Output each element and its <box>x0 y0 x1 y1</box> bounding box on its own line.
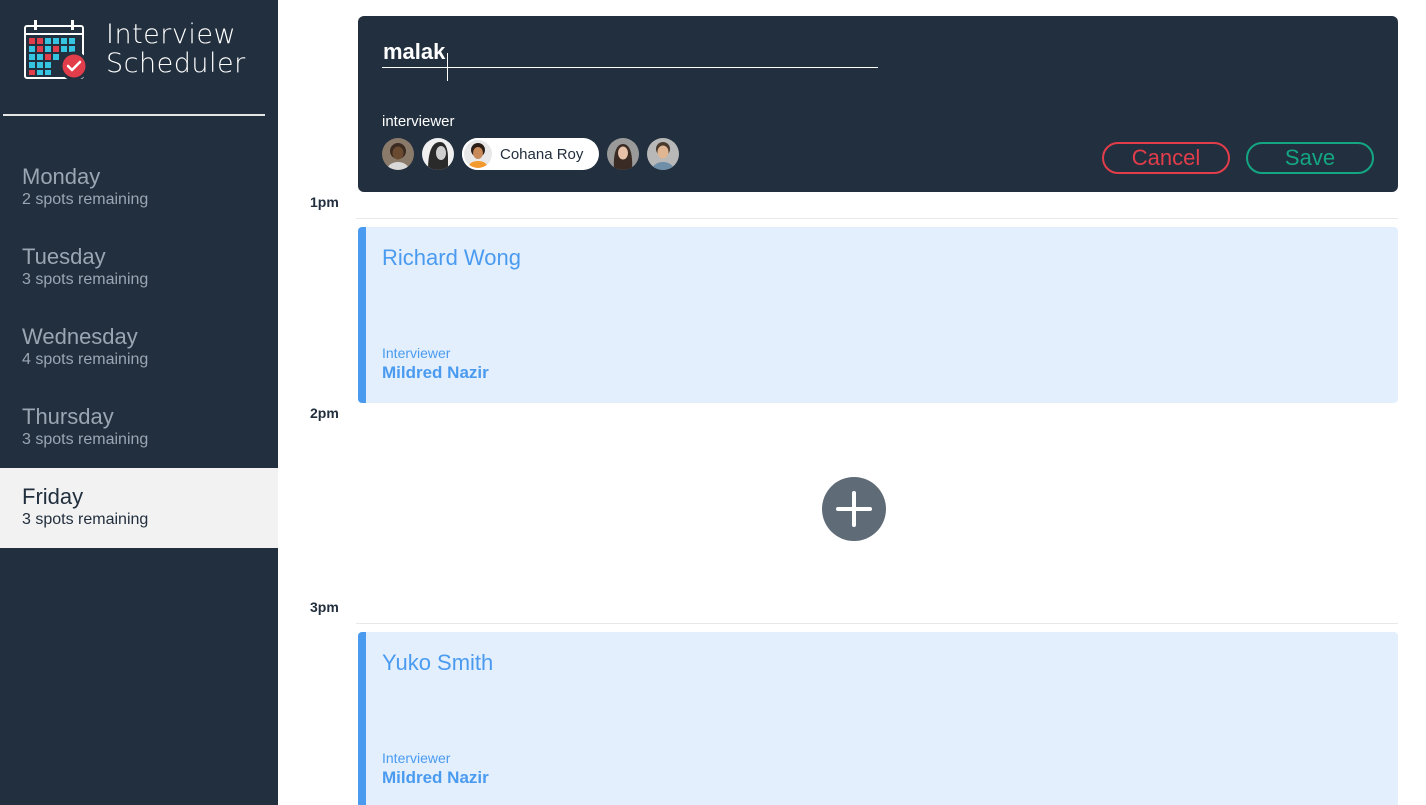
day-item-friday[interactable]: Friday 3 spots remaining <box>0 468 278 548</box>
appointment-student: Yuko Smith <box>382 650 494 675</box>
app-title-line2: Scheduler <box>106 48 246 79</box>
day-name: Thursday <box>22 404 114 429</box>
interviewer-list-label: interviewer <box>382 113 455 130</box>
app-title: Interview Scheduler <box>106 20 246 78</box>
day-spots: 4 spots remaining <box>22 351 149 368</box>
appointment-interviewer: Mildred Nazir <box>382 768 489 787</box>
day-name: Friday <box>22 484 84 509</box>
plus-icon <box>836 491 872 527</box>
add-appointment-button[interactable] <box>822 477 886 541</box>
day-spots: 3 spots remaining <box>22 271 149 288</box>
day-item-wednesday[interactable]: Wednesday 4 spots remaining <box>0 308 278 388</box>
save-button[interactable]: Save <box>1246 142 1374 174</box>
day-spots: 2 spots remaining <box>22 191 149 208</box>
day-name: Tuesday <box>22 244 106 269</box>
brand: Interview Scheduler <box>24 20 246 80</box>
day-item-thursday[interactable]: Thursday 3 spots remaining <box>0 388 278 468</box>
day-spots: 3 spots remaining <box>22 431 149 448</box>
time-label: 2pm <box>310 405 339 421</box>
day-list: Monday 2 spots remaining Tuesday 3 spots… <box>0 148 278 548</box>
interviewer-avatar[interactable] <box>607 138 640 170</box>
appointment-student: Richard Wong <box>382 245 521 270</box>
appointment-interviewer-label: Interviewer <box>382 345 451 361</box>
student-name-input[interactable] <box>382 36 878 68</box>
text-caret <box>447 53 448 81</box>
day-item-monday[interactable]: Monday 2 spots remaining <box>0 148 278 228</box>
appointment-card[interactable]: Richard Wong Interviewer Mildred Nazir <box>358 227 1398 403</box>
interviewer-avatar <box>462 138 494 170</box>
sidebar-separator <box>3 114 265 116</box>
day-name: Wednesday <box>22 324 138 349</box>
day-name: Monday <box>22 164 101 189</box>
appointment-card[interactable]: Yuko Smith Interviewer Mildred Nazir <box>358 632 1398 805</box>
interviewer-list: Cohana Roy <box>382 138 687 170</box>
time-label: 1pm <box>310 194 339 210</box>
app-title-line1: Interview <box>106 19 237 50</box>
day-item-tuesday[interactable]: Tuesday 3 spots remaining <box>0 228 278 308</box>
time-separator <box>356 623 1398 624</box>
time-label: 3pm <box>310 599 339 615</box>
cancel-button[interactable]: Cancel <box>1102 142 1230 174</box>
interviewer-avatar[interactable] <box>422 138 454 170</box>
appointment-interviewer-label: Interviewer <box>382 750 451 766</box>
app: Interview Scheduler Monday 2 spots remai… <box>0 0 1426 805</box>
time-separator <box>356 218 1398 219</box>
sidebar: Interview Scheduler Monday 2 spots remai… <box>0 0 278 805</box>
interviewer-avatar[interactable] <box>647 138 680 170</box>
day-spots: 3 spots remaining <box>22 511 149 528</box>
calendar-check-icon <box>24 20 89 80</box>
interviewer-avatar[interactable] <box>382 138 414 170</box>
appointment-interviewer: Mildred Nazir <box>382 363 489 382</box>
selected-interviewer[interactable]: Cohana Roy <box>462 138 600 170</box>
selected-interviewer-name: Cohana Roy <box>500 145 584 163</box>
appointment-form: interviewer <box>358 16 1398 192</box>
schedule: interviewer <box>278 0 1426 805</box>
